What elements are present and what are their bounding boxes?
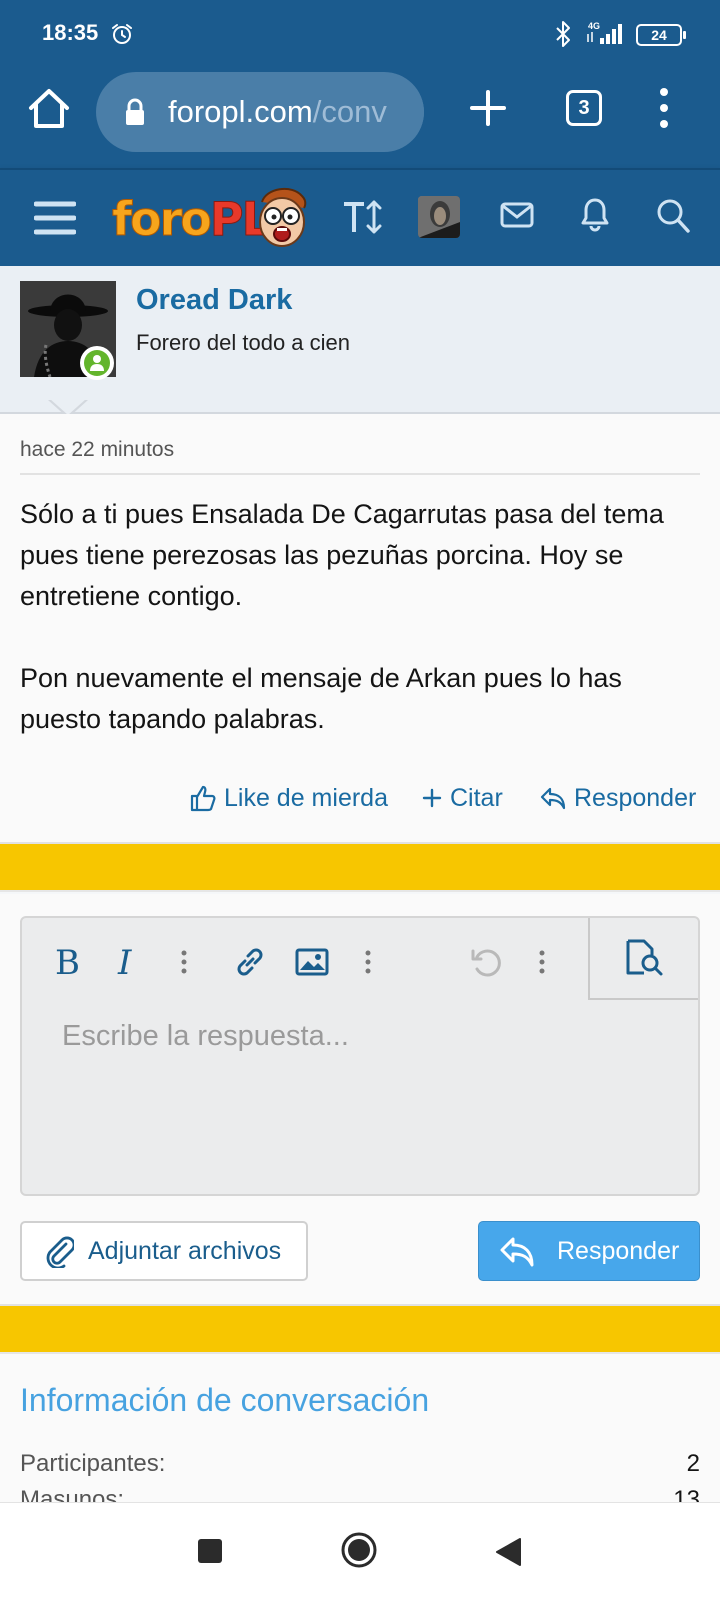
attach-label: Adjuntar archivos	[88, 1236, 282, 1265]
link-icon[interactable]	[230, 942, 270, 982]
separator-band	[0, 1304, 720, 1354]
info-row: Participantes: 2	[20, 1450, 700, 1482]
thumbs-up-icon	[190, 785, 216, 812]
url-bar[interactable]: foropl.com/conv	[96, 72, 424, 152]
status-time: 18:35	[42, 20, 99, 45]
browser-toolbar: foropl.com/conv 3	[0, 64, 720, 168]
battery-icon: 24	[636, 24, 686, 46]
status-bar: 18:35 4G 24	[0, 0, 720, 64]
url-text: foropl.com/conv	[168, 94, 387, 129]
quote-label: Citar	[450, 783, 503, 812]
submit-reply-button[interactable]: Responder	[478, 1221, 700, 1281]
plus-icon	[422, 788, 442, 808]
recents-icon[interactable]	[198, 1539, 222, 1563]
author-title: Forero del todo a cien	[136, 330, 351, 355]
user-avatar[interactable]	[418, 196, 460, 238]
reply-editor-section: B I Escribe la respuesta... Adjuntar arc…	[0, 894, 720, 1304]
more-options-icon[interactable]	[164, 942, 204, 982]
submit-label: Responder	[557, 1236, 680, 1265]
back-icon[interactable]	[494, 1537, 522, 1567]
image-icon[interactable]	[292, 942, 332, 982]
conversation-info: Información de conversación Participante…	[0, 1354, 720, 1513]
reply-icon	[540, 787, 566, 810]
bluetooth-icon	[556, 21, 570, 47]
reply-input[interactable]: Escribe la respuesta...	[62, 1020, 349, 1053]
italic-icon[interactable]: I	[108, 942, 148, 982]
svg-text:4G: 4G	[588, 21, 600, 31]
reply-icon	[500, 1237, 534, 1267]
signal-icon: 4G	[587, 21, 622, 44]
new-tab-icon[interactable]	[468, 88, 508, 128]
logo-mascot-icon	[259, 187, 307, 247]
info-value: 2	[686, 1450, 700, 1477]
reply-editor: B I Escribe la respuesta...	[20, 916, 700, 1196]
search-icon[interactable]	[656, 198, 690, 234]
home-icon[interactable]	[26, 86, 72, 132]
reply-label: Responder	[574, 783, 697, 812]
more-options-icon[interactable]	[522, 942, 562, 982]
like-button[interactable]: Like de mierda	[190, 778, 388, 818]
preview-icon[interactable]	[588, 918, 698, 1000]
paperclip-icon	[46, 1236, 74, 1268]
like-label: Like de mierda	[224, 783, 388, 812]
menu-icon[interactable]	[34, 200, 76, 236]
quote-button[interactable]: Citar	[422, 778, 503, 818]
bold-icon[interactable]: B	[46, 942, 86, 982]
info-title: Información de conversación	[20, 1382, 430, 1418]
lock-icon	[126, 98, 144, 125]
svg-text:B: B	[55, 946, 80, 978]
browser-menu-icon[interactable]	[654, 86, 674, 130]
online-status-icon	[80, 346, 114, 380]
text-size-icon[interactable]	[342, 198, 382, 236]
alarm-icon	[112, 24, 132, 44]
separator-band	[0, 842, 720, 892]
reply-button[interactable]: Responder	[540, 778, 696, 818]
divider	[20, 473, 700, 475]
site-logo[interactable]: foroPL	[112, 182, 312, 252]
attach-files-button[interactable]: Adjuntar archivos	[20, 1221, 308, 1281]
post-paragraph: Sólo a ti pues Ensalada De Cagarrutas pa…	[20, 499, 664, 611]
post-paragraph: Pon nuevamente el mensaje de Arkan pues …	[20, 663, 622, 734]
post-author: Oread Dark Forero del todo a cien	[0, 266, 720, 418]
avatar-image	[418, 196, 460, 238]
more-options-icon[interactable]	[348, 942, 388, 982]
site-header: foroPL	[0, 168, 720, 266]
post-actions: Like de mierda Citar Responder	[0, 778, 720, 818]
info-label: Participantes:	[20, 1450, 166, 1477]
mail-icon[interactable]	[500, 200, 534, 230]
home-nav-icon[interactable]	[340, 1531, 378, 1569]
system-navigation-bar	[0, 1502, 720, 1600]
bell-icon[interactable]	[580, 196, 610, 232]
tab-switcher-button[interactable]: 3	[566, 90, 602, 126]
author-name[interactable]: Oread Dark	[136, 284, 292, 317]
post-timestamp[interactable]: hace 22 minutos	[20, 438, 174, 462]
undo-icon[interactable]	[466, 942, 506, 982]
svg-text:I: I	[117, 946, 132, 978]
post-message: hace 22 minutos Sólo a ti pues Ensalada …	[0, 414, 720, 842]
post-body: Sólo a ti pues Ensalada De Cagarrutas pa…	[20, 494, 710, 740]
